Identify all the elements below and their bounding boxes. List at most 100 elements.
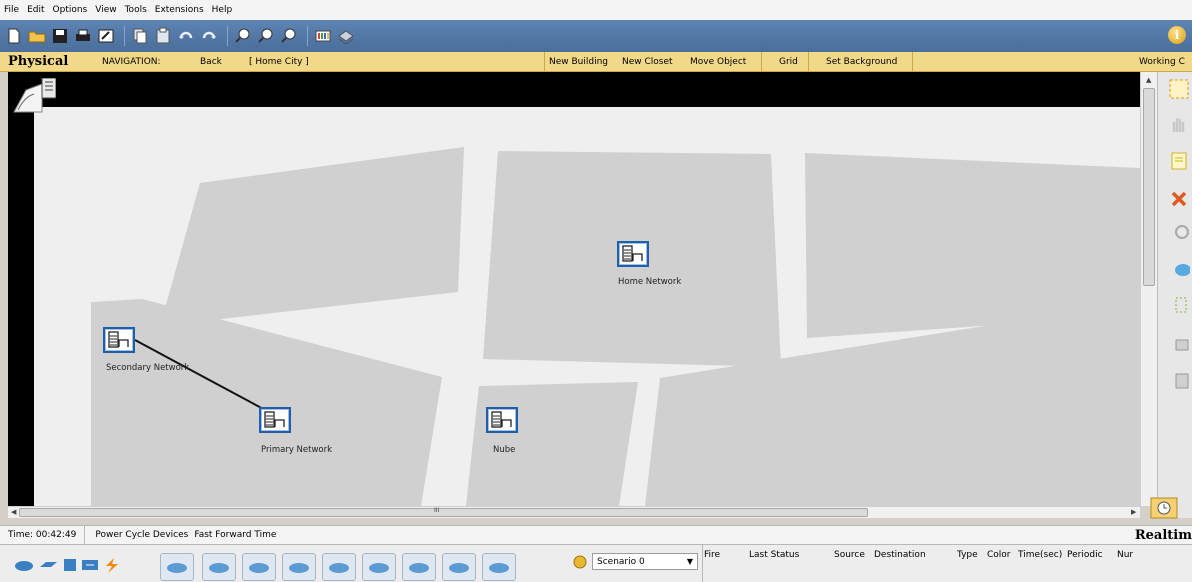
fast-forward-time-button[interactable]: Fast Forward Time [194, 530, 276, 540]
nav-separator [808, 52, 809, 72]
vertical-scrollbar[interactable]: ▲ [1140, 72, 1157, 506]
add-complex-pdu-icon[interactable] [1168, 370, 1190, 392]
cluster-view-icon[interactable] [12, 77, 57, 114]
pdu-column-header: Source [834, 550, 865, 560]
new-building-button[interactable]: New Building [549, 57, 608, 67]
move-object-button[interactable]: Move Object [690, 57, 746, 67]
scenario-info-icon[interactable] [573, 555, 587, 569]
move-layout-icon[interactable] [1168, 112, 1190, 134]
workspace-top-strip [8, 72, 1140, 107]
zoom-reset-icon[interactable] [256, 26, 276, 46]
menu-options[interactable]: Options [53, 5, 88, 15]
panel-divider [702, 545, 703, 582]
hubs-category-icon[interactable] [62, 557, 78, 573]
grid-button[interactable]: Grid [779, 57, 798, 67]
undo-icon[interactable] [176, 26, 196, 46]
router-model-2[interactable] [202, 553, 236, 581]
palette-icon[interactable] [313, 26, 333, 46]
main-toolbar: i [0, 20, 1192, 52]
wireless-category-icon[interactable] [80, 557, 100, 573]
pdu-column-header: Fire [704, 550, 721, 560]
pdu-column-header: Color [987, 550, 1011, 560]
secondary-network-cluster-icon[interactable] [103, 327, 135, 353]
open-folder-icon[interactable] [27, 26, 47, 46]
device-label: Nube [493, 445, 516, 455]
new-closet-button[interactable]: New Closet [622, 57, 673, 67]
physical-workspace[interactable]: Home Network Secondary Network Primary N… [8, 72, 1140, 506]
routers-category-icon[interactable] [14, 557, 34, 573]
pdu-column-header: Last Status [749, 550, 800, 560]
horizontal-scrollbar[interactable]: ◀ III ▶ [8, 506, 1140, 518]
realtime-mode-label: Realtim [1134, 527, 1192, 543]
copy-icon[interactable] [130, 26, 150, 46]
vertical-scroll-thumb[interactable] [1143, 88, 1155, 286]
resize-shape-icon[interactable] [1168, 294, 1190, 316]
draw-shape-icon[interactable] [1168, 258, 1190, 280]
status-bar: Time: 00:42:49 Power Cycle Devices Fast … [0, 525, 1192, 545]
scroll-right-arrow[interactable]: ▶ [1131, 508, 1136, 516]
menu-edit[interactable]: Edit [27, 5, 44, 15]
nube-cluster-icon[interactable] [486, 407, 518, 433]
router-model-5[interactable] [322, 553, 356, 581]
horizontal-scroll-thumb[interactable] [19, 508, 868, 517]
nav-separator [912, 52, 913, 72]
toolbar-separator [124, 26, 125, 46]
paste-icon[interactable] [153, 26, 173, 46]
inspect-icon[interactable] [1168, 222, 1190, 244]
scenario-value: Scenario 0 [597, 556, 645, 567]
info-icon[interactable]: i [1168, 26, 1186, 44]
activity-wizard-icon[interactable] [96, 26, 116, 46]
router-model-4[interactable] [282, 553, 316, 581]
zoom-in-icon[interactable] [233, 26, 253, 46]
router-model-1[interactable] [160, 553, 194, 581]
navigation-label: NAVIGATION: [102, 56, 161, 67]
back-button[interactable]: Back [200, 57, 222, 67]
router-model-8[interactable] [442, 553, 476, 581]
switches-category-icon[interactable] [38, 557, 58, 573]
home-network-cluster-icon[interactable] [617, 241, 649, 267]
scroll-left-arrow[interactable]: ◀ [11, 508, 16, 516]
city-block [91, 299, 442, 506]
custom-device-icon[interactable] [336, 26, 356, 46]
add-simple-pdu-icon[interactable] [1168, 334, 1190, 356]
connections-category-icon[interactable] [102, 557, 120, 573]
menu-help[interactable]: Help [212, 5, 233, 15]
zoom-out-icon[interactable] [279, 26, 299, 46]
new-file-icon[interactable] [4, 26, 24, 46]
select-tool-icon[interactable] [1168, 78, 1190, 100]
router-model-7[interactable] [402, 553, 436, 581]
primary-network-cluster-icon[interactable] [259, 407, 291, 433]
toolbar-separator [227, 26, 228, 46]
current-location: [ Home City ] [249, 56, 309, 67]
city-block [160, 147, 464, 326]
toolbar-separator [307, 26, 308, 46]
router-model-9[interactable] [482, 553, 516, 581]
delete-icon[interactable] [1168, 188, 1190, 210]
packet-tracer-window: File Edit Options View Tools Extensions … [0, 0, 1192, 582]
menu-tools[interactable]: Tools [125, 5, 147, 15]
scenario-select[interactable]: Scenario 0 ▼ [592, 553, 698, 570]
device-label: Primary Network [261, 445, 333, 455]
common-tools-bar [1150, 72, 1192, 519]
nav-separator [761, 52, 762, 72]
power-cycle-devices-button[interactable]: Power Cycle Devices [95, 530, 188, 540]
pdu-column-header: Destination [874, 550, 926, 560]
place-note-icon[interactable] [1168, 150, 1190, 172]
elapsed-time: Time: 00:42:49 [0, 526, 86, 544]
menu-extensions[interactable]: Extensions [155, 5, 204, 15]
save-icon[interactable] [50, 26, 70, 46]
router-model-6[interactable] [362, 553, 396, 581]
city-blocks [91, 147, 1140, 506]
chevron-down-icon: ▼ [686, 557, 693, 566]
menu-file[interactable]: File [4, 5, 19, 15]
scroll-grip: III [434, 507, 440, 514]
workspace-left-strip [8, 72, 34, 506]
city-block [466, 382, 638, 506]
print-icon[interactable] [73, 26, 93, 46]
router-model-3[interactable] [242, 553, 276, 581]
set-background-button[interactable]: Set Background [826, 57, 897, 67]
scroll-up-arrow[interactable]: ▲ [1146, 76, 1151, 84]
menu-view[interactable]: View [95, 5, 116, 15]
redo-icon[interactable] [199, 26, 219, 46]
realtime-clock-icon[interactable] [1150, 497, 1178, 519]
